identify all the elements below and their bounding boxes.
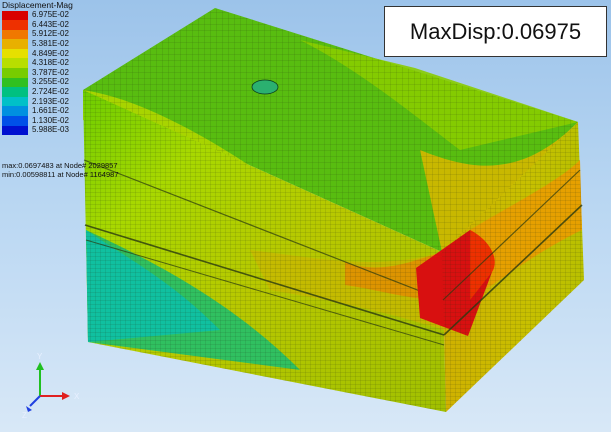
legend-row: 1.130E-02 [2,116,73,126]
legend-swatch [2,87,28,97]
legend-min-line: min:0.00598811 at Node# 1164987 [2,170,119,179]
legend-title: Displacement-Mag [2,0,73,10]
y-axis-arrow [36,362,44,370]
legend-row: 3.787E-02 [2,68,73,78]
legend-scale: 6.975E-02 6.443E-02 5.912E-02 5.381E-02 4.84… [2,10,73,136]
z-axis-arrow [26,406,32,412]
legend-value: 5.912E-02 [32,29,69,39]
z-axis-label: Z [22,411,27,420]
legend-value: 2.193E-02 [32,96,69,106]
legend-max-line: max:0.0697483 at Node# 2029857 [2,161,118,170]
legend-row: 3.255E-02 [2,77,73,88]
legend-swatch [2,10,28,21]
legend-row: 5.988E-03 [2,125,73,136]
legend-row: 4.849E-02 [2,48,73,59]
legend-swatch [2,125,28,136]
legend-row: 5.381E-02 [2,39,73,49]
legend-value: 2.724E-02 [32,87,69,97]
legend-value: 5.988E-03 [32,125,69,135]
legend-value: 6.975E-02 [32,10,69,20]
legend-swatch [2,20,28,30]
legend-swatch [2,106,28,117]
legend-swatch [2,116,28,126]
legend-value: 3.787E-02 [32,67,69,77]
legend-row: 5.912E-02 [2,29,73,40]
legend-value: 1.130E-02 [32,115,69,125]
legend-swatch [2,96,28,107]
legend-row: 1.661E-02 [2,106,73,117]
y-axis-label: Y [37,352,43,361]
legend-row: 2.724E-02 [2,87,73,97]
legend-swatch [2,48,28,59]
legend-swatch [2,68,28,78]
legend-row: 6.443E-02 [2,20,73,30]
legend-value: 5.381E-02 [32,39,69,49]
legend-swatch [2,58,28,69]
legend-row: 4.318E-02 [2,58,73,69]
legend-value: 6.443E-02 [32,19,69,29]
x-axis-label: X [74,392,80,401]
legend-row: 6.975E-02 [2,10,73,21]
legend-value: 4.849E-02 [32,48,69,58]
legend-row: 2.193E-02 [2,96,73,107]
z-axis-line [29,395,41,407]
max-displacement-annotation: MaxDisp:0.06975 [384,6,607,57]
legend-minmax: max:0.0697483 at Node# 2029857 min:0.005… [2,161,118,179]
legend-swatch [2,29,28,40]
legend-value: 1.661E-02 [32,106,69,116]
legend-value: 4.318E-02 [32,58,69,68]
legend-swatch [2,39,28,49]
legend-value: 3.255E-02 [32,77,69,87]
x-axis-arrow [62,392,70,400]
max-displacement-text: MaxDisp:0.06975 [409,18,582,44]
contour-legend: Displacement-Mag 6.975E-02 6.443E-02 5.912… [2,0,73,136]
legend-swatch [2,77,28,88]
axis-triad: Y X Z [22,352,80,420]
